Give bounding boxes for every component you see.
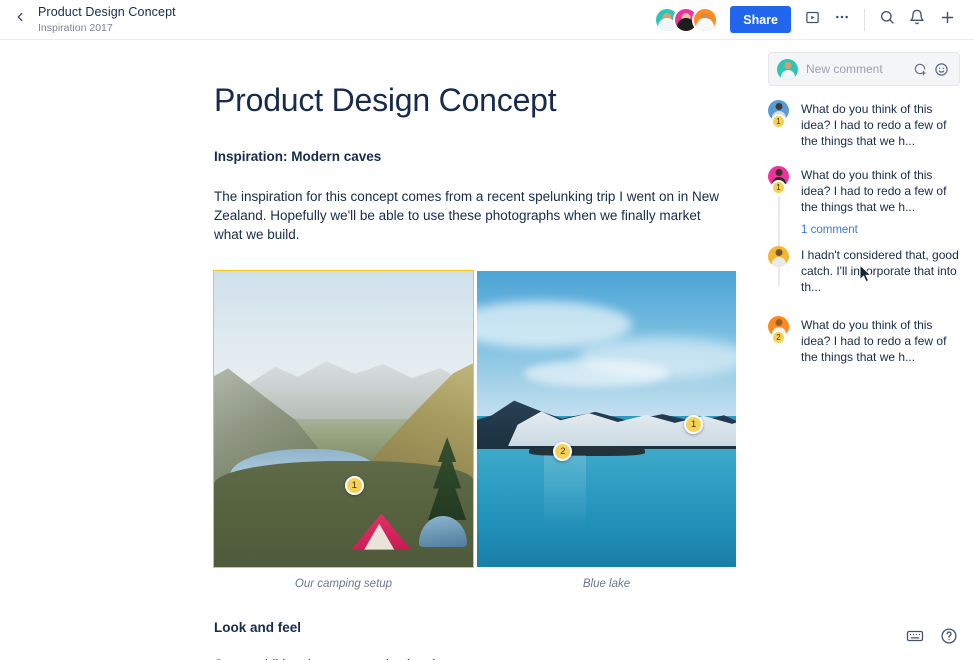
emoji-icon[interactable]	[932, 60, 951, 79]
breadcrumb-title[interactable]: Product Design Concept	[38, 5, 176, 19]
figure-camping[interactable]: 1 Our camping setup	[213, 270, 474, 591]
comments-list: 1 What do you think of this idea? I had …	[768, 100, 960, 365]
help-button[interactable]	[937, 626, 961, 650]
more-options-button[interactable]	[827, 5, 857, 35]
comment-1-body: What do you think of this idea? I had to…	[801, 100, 960, 149]
new-comment-input[interactable]: New comment	[768, 52, 960, 86]
plus-icon	[939, 9, 956, 31]
comment-1-text[interactable]: What do you think of this idea? I had to…	[801, 101, 960, 149]
image-row: 1 Our camping setup 1 2 Blue lake	[213, 270, 736, 591]
comment-2-reply-avatar[interactable]	[768, 246, 789, 267]
new-comment-placeholder[interactable]: New comment	[806, 62, 907, 76]
camping-photo	[214, 271, 473, 568]
bell-icon	[909, 9, 925, 30]
heading-look-and-feel[interactable]: Look and feel	[214, 620, 724, 635]
image-pin-marker-1[interactable]: 1	[344, 475, 364, 495]
top-bar-actions: Share	[654, 5, 974, 35]
paragraph-inspiration[interactable]: The inspiration for this concept comes f…	[214, 187, 719, 244]
breadcrumb-subtitle[interactable]: Inspiration 2017	[38, 22, 176, 34]
collaborator-avatars[interactable]	[654, 6, 719, 33]
comment-2-badge[interactable]: 1	[771, 180, 786, 195]
top-bar: Product Design Concept Inspiration 2017 …	[0, 0, 974, 40]
create-button[interactable]	[932, 5, 962, 35]
chevron-left-icon	[13, 10, 27, 29]
share-button[interactable]: Share	[730, 6, 791, 33]
search-button[interactable]	[872, 5, 902, 35]
avatar-user-3[interactable]	[692, 6, 719, 33]
present-button[interactable]	[797, 5, 827, 35]
figure-blue-lake-caption: Blue lake	[582, 578, 631, 591]
back-button[interactable]	[4, 4, 36, 36]
present-play-icon	[805, 10, 820, 30]
comment-3-avatar-wrap: 2	[768, 316, 792, 365]
comment-2-reply-text[interactable]: I hadn't considered that, good catch. I'…	[801, 247, 960, 295]
comment-2-avatar-wrap: 1	[768, 166, 792, 286]
comment-2-reply-body: I hadn't considered that, good catch. I'…	[801, 246, 960, 295]
heading-inspiration[interactable]: Inspiration: Modern caves	[214, 149, 724, 164]
footer-actions	[903, 626, 961, 650]
current-user-avatar	[777, 58, 798, 80]
breadcrumb[interactable]: Product Design Concept Inspiration 2017	[38, 5, 176, 33]
page-title[interactable]: Product Design Concept	[214, 81, 724, 119]
toolbar-divider	[864, 8, 865, 31]
comment-2-reply-avatar-wrap	[768, 246, 792, 295]
comment-3[interactable]: 2 What do you think of this idea? I had …	[768, 316, 960, 365]
figure-blue-lake[interactable]: 1 2 Blue lake	[477, 271, 736, 590]
comment-1-badge[interactable]: 1	[771, 114, 786, 129]
image-pin-marker-2[interactable]: 1	[684, 414, 704, 434]
image-pin-marker-3[interactable]: 2	[553, 441, 573, 461]
comment-3-badge[interactable]: 2	[771, 330, 786, 345]
add-comment-icon[interactable]	[910, 60, 929, 79]
figure-camping-caption: Our camping setup	[294, 578, 393, 591]
comment-1-avatar-wrap: 1	[768, 100, 792, 149]
document-body: Product Design Concept Inspiration: Mode…	[0, 41, 754, 660]
comment-3-text[interactable]: What do you think of this idea? I had to…	[801, 317, 960, 365]
comment-2-body: What do you think of this idea? I had to…	[801, 166, 960, 238]
figure-blue-lake-image[interactable]: 1 2	[477, 271, 736, 568]
comment-2-replies-link[interactable]: 1 comment	[801, 224, 858, 236]
search-icon	[879, 9, 895, 30]
keyboard-icon	[906, 627, 924, 650]
comment-2[interactable]: 1 What do you think of this idea? I had …	[768, 166, 960, 286]
notifications-button[interactable]	[902, 5, 932, 35]
keyboard-shortcuts-button[interactable]	[903, 626, 927, 650]
figure-camping-image[interactable]: 1	[213, 270, 474, 569]
help-circle-icon	[940, 627, 958, 650]
comment-2-reply[interactable]: I hadn't considered that, good catch. I'…	[768, 246, 960, 295]
comments-sidebar: New comment 1 What do you think of this …	[754, 41, 974, 660]
ellipsis-icon	[834, 9, 850, 30]
comment-1[interactable]: 1 What do you think of this idea? I had …	[768, 100, 960, 149]
comment-2-text[interactable]: What do you think of this idea? I had to…	[801, 167, 960, 215]
comment-3-body: What do you think of this idea? I had to…	[801, 316, 960, 365]
